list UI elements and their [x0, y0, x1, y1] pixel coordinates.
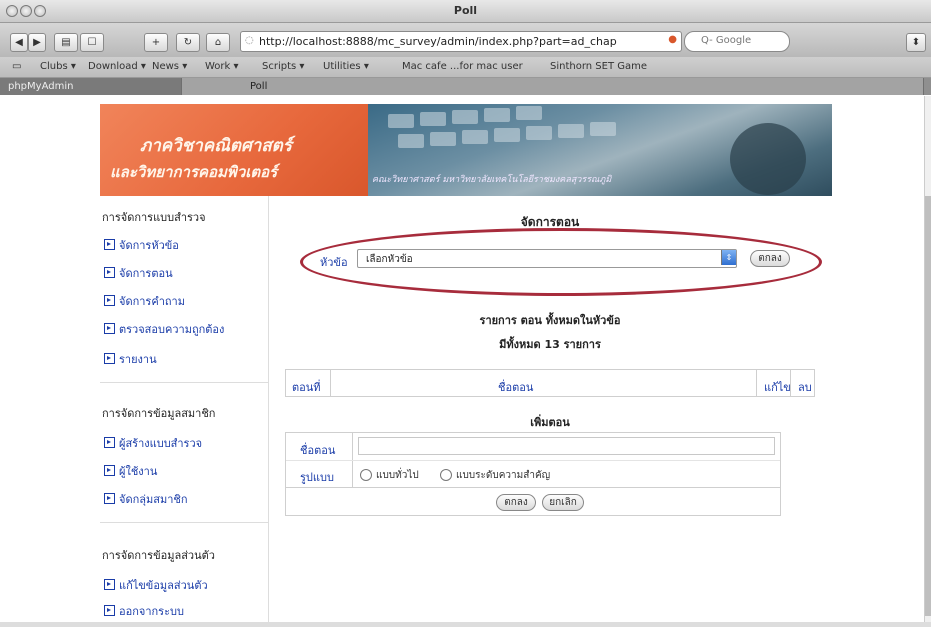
form-row-divider: [286, 487, 780, 488]
column-divider: [756, 370, 757, 396]
arrow-box-icon: [104, 465, 115, 476]
column-header: ชื่อตอน: [498, 381, 534, 394]
rss-icon[interactable]: ●: [668, 34, 677, 45]
sidebar-divider: [100, 522, 268, 523]
home-icon[interactable]: ⌂: [206, 33, 230, 52]
tab-phpmyadmin[interactable]: phpMyAdmin: [0, 78, 182, 95]
arrow-box-icon: [104, 239, 115, 250]
cancel-button[interactable]: ยกเลิก: [542, 494, 584, 511]
tab-poll[interactable]: Poll: [182, 78, 924, 95]
column-divider: [790, 370, 791, 396]
topic-ok-button[interactable]: ตกลง: [750, 250, 790, 267]
add-bookmark-icon[interactable]: +: [144, 33, 168, 52]
banner-title-line1: ภาควิชาคณิตศาสตร์: [140, 136, 292, 156]
bookmark-item[interactable]: News ▾: [152, 61, 187, 72]
bookmark-item[interactable]: Sinthorn SET Game: [550, 61, 647, 72]
sidebar: การจัดการแบบสำรวจ จัดการหัวข้อ จัดการตอน…: [100, 196, 269, 627]
print-icon[interactable]: ▤: [54, 33, 78, 52]
sidebar-divider: [100, 382, 268, 383]
window-title: Poll: [453, 4, 478, 17]
arrow-box-icon: [104, 323, 115, 334]
sections-table: ตอนที่ ชื่อตอน แก้ไข ลบ: [285, 369, 815, 397]
window-bottom-edge: [0, 622, 931, 627]
column-header: แก้ไข: [764, 381, 791, 394]
address-bar[interactable]: ◌ http://localhost:8888/mc_survey/admin/…: [240, 31, 682, 52]
browser-toolbar: ◀ ▶ ▤ ☐ + ↻ ⌂ ◌ http://localhost:8888/mc…: [0, 23, 931, 57]
type-rating-radio[interactable]: [440, 469, 452, 481]
banner-title-line2: และวิทยาการคอมพิวเตอร์: [110, 163, 278, 181]
arrow-box-icon: [104, 267, 115, 278]
arrow-box-icon: [104, 353, 115, 364]
type-general-label: แบบทั่วไป: [376, 470, 419, 481]
arrow-box-icon: [104, 579, 115, 590]
list-title: รายการ ตอน ทั้งหมดในหัวข้อ: [479, 314, 621, 327]
tab-bar: phpMyAdmin Poll: [0, 78, 931, 95]
sidebar-item-groups[interactable]: จัดกลุ่มสมาชิก: [104, 490, 188, 508]
sidebar-item-sections[interactable]: จัดการตอน: [104, 264, 173, 282]
sidebar-item-edit-profile[interactable]: แก้ไขข้อมูลส่วนตัว: [104, 576, 208, 594]
bookmark-item[interactable]: Utilities ▾: [323, 61, 369, 72]
bookmark-item[interactable]: Mac cafe ...for mac user: [402, 61, 523, 72]
tab-label: Poll: [250, 81, 268, 92]
column-header: ลบ: [798, 381, 812, 394]
type-label: รูปแบบ: [300, 471, 334, 484]
arrow-box-icon: [104, 605, 115, 616]
bookmark-icon[interactable]: ☐: [80, 33, 104, 52]
bookmark-item[interactable]: Clubs ▾: [40, 61, 76, 72]
bookmarks-bar: ▭ Clubs ▾ Download ▾ News ▾ Work ▾ Scrip…: [0, 57, 931, 78]
banner-title-panel: ภาควิชาคณิตศาสตร์ และวิทยาการคอมพิวเตอร์: [100, 104, 368, 196]
topic-select[interactable]: เลือกหัวข้อ ⇕: [357, 249, 737, 268]
column-header: ตอนที่: [292, 381, 321, 394]
window-titlebar: Poll: [0, 0, 931, 23]
bookmark-item[interactable]: Scripts ▾: [262, 61, 304, 72]
arrow-box-icon: [104, 437, 115, 448]
sidebar-item-questions[interactable]: จัดการคำถาม: [104, 292, 185, 310]
search-placeholder: Q- Google: [701, 35, 752, 46]
search-field[interactable]: Q- Google: [684, 31, 790, 52]
topic-select-value: เลือกหัวข้อ: [366, 254, 413, 265]
sidebar-heading-survey: การจัดการแบบสำรวจ: [102, 211, 206, 224]
name-label: ชื่อตอน: [300, 444, 336, 457]
sidebar-item-users[interactable]: ผู้ใช้งาน: [104, 462, 157, 480]
topic-label: หัวข้อ: [320, 256, 348, 269]
type-general-radio[interactable]: [360, 469, 372, 481]
bookmarks-book-icon[interactable]: ▭: [12, 61, 21, 72]
sidebar-item-creators[interactable]: ผู้สร้างแบบสำรวจ: [104, 434, 202, 452]
list-count: มีทั้งหมด 13 รายการ: [499, 338, 601, 351]
sidebar-item-topics[interactable]: จัดการหัวข้อ: [104, 236, 179, 254]
form-row-divider: [286, 460, 780, 461]
sidebar-heading-members: การจัดการข้อมูลสมาชิก: [102, 407, 216, 420]
reload-icon[interactable]: ↻: [176, 33, 200, 52]
bookmark-item[interactable]: Work ▾: [205, 61, 239, 72]
page-icon: ◌: [245, 35, 254, 46]
sidebar-item-logout[interactable]: ออกจากระบบ: [104, 602, 184, 620]
back-button[interactable]: ◀: [10, 33, 28, 52]
section-name-input[interactable]: [358, 437, 775, 455]
extension-icon[interactable]: ⬍: [906, 33, 926, 52]
submit-button[interactable]: ตกลง: [496, 494, 536, 511]
sidebar-item-validate[interactable]: ตรวจสอบความถูกต้อง: [104, 320, 224, 338]
bookmark-item[interactable]: Download ▾: [88, 61, 146, 72]
site-banner: ภาควิชาคณิตศาสตร์ และวิทยาการคอมพิวเตอร์…: [100, 104, 832, 196]
column-divider: [330, 370, 331, 396]
arrow-box-icon: [104, 295, 115, 306]
forward-button[interactable]: ▶: [28, 33, 46, 52]
sidebar-item-report[interactable]: รายงาน: [104, 350, 157, 368]
banner-subtitle: คณะวิทยาศาสตร์ มหาวิทยาลัยเทคโนโลยีราชมง…: [372, 175, 612, 185]
add-section-form: ชื่อตอน รูปแบบ แบบทั่วไป แบบระดับความสำค…: [285, 432, 781, 516]
vertical-scrollbar[interactable]: [924, 96, 931, 627]
arrow-box-icon: [104, 493, 115, 504]
add-section-title: เพิ่มตอน: [530, 416, 570, 429]
type-rating-label: แบบระดับความสำคัญ: [456, 470, 551, 481]
banner-image: คณะวิทยาศาสตร์ มหาวิทยาลัยเทคโนโลยีราชมง…: [368, 104, 832, 196]
tab-label: phpMyAdmin: [8, 81, 74, 92]
address-url: http://localhost:8888/mc_survey/admin/in…: [259, 35, 617, 48]
chevron-updown-icon: ⇕: [721, 250, 736, 265]
scrollbar-thumb[interactable]: [925, 196, 931, 616]
sidebar-heading-profile: การจัดการข้อมูลส่วนตัว: [102, 549, 215, 562]
